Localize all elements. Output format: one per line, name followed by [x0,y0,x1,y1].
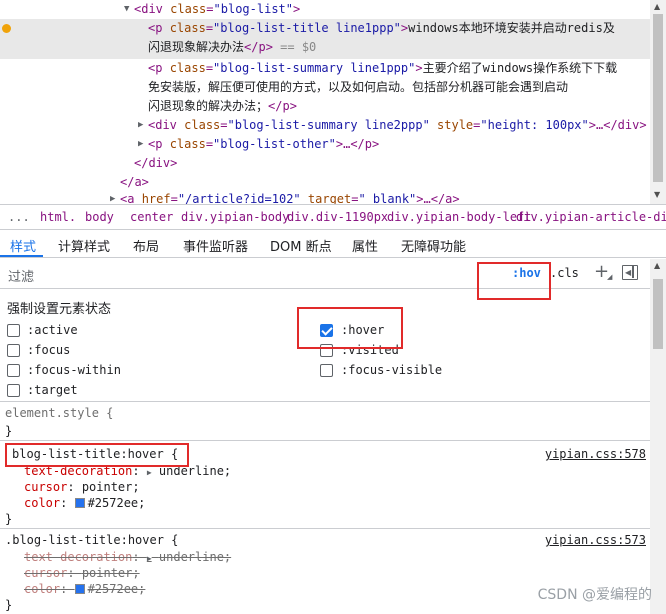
dom-node-close-div[interactable]: </div> [0,154,650,173]
breadcrumb-item[interactable]: div.yipian-body-left [387,210,532,224]
expand-arrow-icon[interactable]: ▶ [147,468,152,477]
checkbox-label: :target [27,383,78,397]
expand-arrow-icon[interactable]: ▶ [138,135,143,154]
checkbox-focus[interactable] [7,344,20,357]
tab-event-listeners[interactable]: 事件监听器 [183,236,248,255]
scroll-up-icon[interactable]: ▲ [654,261,660,270]
force-state-title: 强制设置元素状态 [7,302,112,317]
highlight-box-hover [297,307,403,349]
filter-bar: 过滤 :hov .cls + ◢ ◀ [0,259,650,289]
rule-selector[interactable]: .blog-list-title:hover { [5,533,178,547]
css-property-overridden[interactable]: color: #2572ee; [24,582,145,596]
expand-arrow-icon[interactable]: ▶ [138,116,143,135]
css-property[interactable]: color: #2572ee; [24,496,145,510]
rule-close: } [5,598,13,612]
dom-node-summary-2[interactable]: ▶ <div class="blog-list-summary line2ppp… [0,116,650,135]
tab-styles[interactable]: 样式 [10,236,36,255]
breadcrumb-item[interactable]: body [85,210,114,224]
dom-node-blog-list-other[interactable]: ▶ <p class="blog-list-other">…</p> [0,135,650,154]
stylesheet-link[interactable]: yipian.css:578 [545,447,646,461]
scrollbar-thumb[interactable] [653,14,663,182]
rule-selector: element.style { [5,406,114,420]
styles-tabbar: 样式 计算样式 布局 事件监听器 DOM 断点 属性 无障碍功能 [0,230,666,258]
rule-element-style[interactable]: element.style { } [0,403,650,441]
dom-node-blog-list[interactable]: ▼ <div class="blog-list"> [0,0,650,19]
tab-computed[interactable]: 计算样式 [58,236,110,255]
checkbox-label: :active [27,323,78,337]
breadcrumb-item[interactable]: div.yipian-body [181,210,289,224]
dom-node-anchor[interactable]: ▶ <a href="/article?id=102" target="_bla… [0,190,650,204]
rule-close: } [5,512,13,526]
breadcrumb-item[interactable]: html. [40,210,76,224]
expand-arrow-icon[interactable]: ▼ [124,0,129,19]
dom-tree-panel: ▼ <div class="blog-list"> <p class="blog… [0,0,666,204]
breadcrumb-item[interactable]: div.yipian-article-div [516,210,666,224]
checkbox-label: :focus [27,343,71,357]
checkbox-focus-within[interactable] [7,364,20,377]
css-property-overridden[interactable]: text-decoration: ▶ underline; [24,550,231,564]
watermark: CSDN @爱编程的 [537,587,652,603]
highlight-box-selector [5,443,189,467]
css-property[interactable]: cursor: pointer; [24,480,140,494]
scroll-up-icon[interactable]: ▲ [654,2,660,11]
dom-node-selected-title[interactable]: <p class="blog-list-title line1ppp">wind… [0,19,650,59]
scrollbar-thumb[interactable] [653,279,663,349]
scroll-down-icon[interactable]: ▼ [654,190,660,199]
expand-arrow-icon[interactable]: ▶ [110,190,115,204]
checkbox-label: :focus-visible [341,363,443,377]
tab-dom-breakpoints[interactable]: DOM 断点 [270,236,332,255]
breadcrumb: ... html. body center div.yipian-body di… [0,204,666,230]
breadcrumb-item[interactable]: div.div-1190px [287,210,388,224]
checkbox-label: :focus-within [27,363,121,377]
new-rule-dropdown-icon[interactable]: ◢ [607,273,612,281]
toggle-sidebar-icon[interactable]: ◀ [622,265,638,280]
cls-button[interactable]: .cls [550,266,579,280]
breakpoint-dot-icon [2,24,11,33]
tab-properties[interactable]: 属性 [352,236,378,255]
stylesheet-link[interactable]: yipian.css:573 [545,533,646,547]
expand-arrow-icon[interactable]: ▶ [147,554,152,563]
breadcrumb-item[interactable]: center [130,210,173,224]
checkbox-active[interactable] [7,324,20,337]
color-swatch[interactable] [74,498,85,508]
breadcrumb-ellipsis[interactable]: ... [8,210,30,224]
dom-node-summary[interactable]: <p class="blog-list-summary line1ppp">主要… [0,59,650,116]
styles-scrollbar[interactable]: ▲ [650,259,666,614]
checkbox-target[interactable] [7,384,20,397]
color-swatch[interactable] [74,584,85,594]
filter-input[interactable]: 过滤 [8,266,34,285]
tab-layout[interactable]: 布局 [133,236,159,255]
active-tab-indicator [0,255,43,257]
css-property-overridden[interactable]: cursor: pointer; [24,566,140,580]
dom-scrollbar[interactable]: ▲ ▼ [650,0,666,204]
rule-close: } [5,424,13,438]
checkbox-focus-visible[interactable] [320,364,333,377]
tab-accessibility[interactable]: 无障碍功能 [401,236,466,255]
